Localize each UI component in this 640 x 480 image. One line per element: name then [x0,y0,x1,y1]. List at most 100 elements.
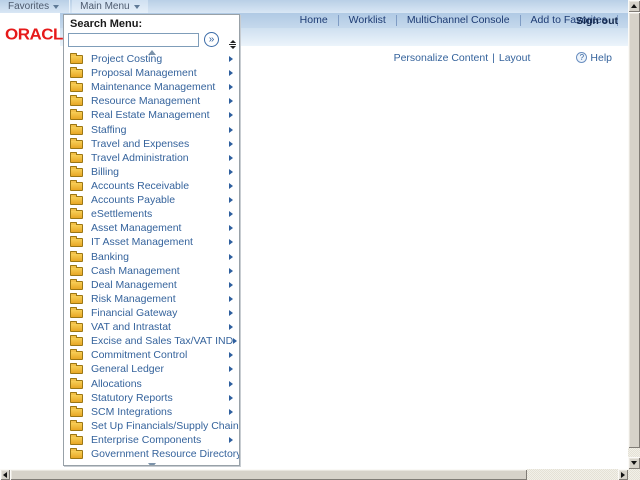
folder-icon [70,448,83,460]
scrollbar-right-button[interactable] [618,469,628,480]
menu-item[interactable]: VAT and Intrastat [64,320,239,334]
menu-item[interactable]: Staffing [64,123,239,137]
submenu-arrow-icon [229,84,233,91]
layout-link[interactable]: Layout [499,52,531,64]
scrollbar-corner [628,469,640,480]
submenu-arrow-icon [229,211,233,218]
header-nav-link[interactable]: Home [290,15,339,26]
arrow-down-icon [631,461,637,465]
search-go-button[interactable]: » [204,32,219,47]
menu-item[interactable]: Asset Management [64,221,239,235]
arrow-left-icon [3,472,7,478]
folder-icon [70,137,83,149]
submenu-arrow-icon [229,408,233,415]
menu-item-label: Allocations [91,377,142,390]
sign-out-link[interactable]: Sign out [564,15,624,27]
menu-item[interactable]: Travel and Expenses [64,137,239,151]
menu-item[interactable]: Proposal Management [64,66,239,80]
top-menu-bar: Favorites Main Menu [0,0,628,13]
submenu-arrow-icon [229,98,233,105]
horizontal-scrollbar-thumb[interactable] [10,469,527,480]
menu-item-label: Excise and Sales Tax/VAT IND [91,335,234,348]
submenu-arrow-icon [229,352,233,359]
menu-item-label: Travel and Expenses [91,137,190,150]
vertical-scrollbar[interactable] [628,0,640,469]
menu-item[interactable]: Billing [64,165,239,179]
menu-item-label: Staffing [91,123,127,136]
menu-item[interactable]: Cash Management [64,264,239,278]
folder-icon [70,250,83,262]
scrollbar-left-button[interactable] [0,469,10,480]
menu-item[interactable]: Deal Management [64,278,239,292]
folder-icon [70,335,83,347]
folder-icon [70,419,83,431]
menu-item-label: General Ledger [91,363,164,376]
submenu-arrow-icon [229,437,233,443]
resize-up-icon [229,40,236,43]
menu-item[interactable]: Project Costing [64,52,239,66]
menu-item[interactable]: Accounts Payable [64,193,239,207]
menu-item-label: Real Estate Management [91,109,210,122]
menu-item[interactable]: Excise and Sales Tax/VAT IND [64,334,239,348]
header-nav-link[interactable]: MultiChannel Console [397,15,521,26]
horizontal-scrollbar[interactable] [0,469,628,480]
submenu-arrow-icon [233,338,238,345]
menu-item-label: Resource Management [91,95,201,108]
menu-item[interactable]: SCM Integrations [64,405,239,419]
menu-item[interactable]: Accounts Receivable [64,179,239,193]
menu-item[interactable]: Enterprise Components [64,433,239,447]
folder-icon [70,165,83,177]
menu-item-label: Asset Management [91,222,182,235]
menu-item[interactable]: Set Up Financials/Supply Chain [64,419,239,433]
menu-item-label: VAT and Intrastat [91,321,171,334]
menu-item-label: IT Asset Management [91,236,193,249]
scrollbar-down-button[interactable] [628,457,640,469]
favorites-menu-button[interactable]: Favorites [0,0,67,13]
resize-bar [229,44,236,45]
menu-item-label: eSettlements [91,208,153,221]
main-menu-button[interactable]: Main Menu [72,0,148,13]
menu-item[interactable]: Government Resource Directory [64,447,239,461]
folder-icon [70,95,83,107]
menu-item-label: Commitment Control [91,349,188,362]
menu-item[interactable]: Statutory Reports [64,391,239,405]
folder-icon [70,292,83,304]
header-nav-link[interactable]: Worklist [339,15,397,26]
resize-down-icon [229,46,236,49]
folder-icon [70,67,83,79]
menu-item[interactable]: Travel Administration [64,151,239,165]
folder-icon [70,194,83,206]
submenu-arrow-icon [229,324,233,331]
menu-item[interactable]: Commitment Control [64,348,239,362]
menu-item[interactable]: Banking [64,250,239,264]
vertical-scrollbar-thumb[interactable] [628,12,640,448]
submenu-arrow-icon [229,112,233,119]
search-menu-input[interactable] [68,32,199,47]
menu-item-label: Project Costing [91,53,163,66]
menu-item-label: Government Resource Directory [91,448,240,461]
submenu-arrow-icon [229,225,233,232]
menu-bar-divider [69,0,71,13]
submenu-arrow-icon [229,295,233,302]
menu-item[interactable]: Maintenance Management [64,80,239,94]
menu-item[interactable]: eSettlements [64,207,239,221]
menu-item[interactable]: Real Estate Management [64,108,239,122]
submenu-arrow-icon [229,183,233,190]
scrollbar-up-button[interactable] [628,0,640,12]
menu-item[interactable]: IT Asset Management [64,235,239,249]
menu-item-label: Proposal Management [91,67,197,80]
menu-item-label: Deal Management [91,278,177,291]
menu-item[interactable]: Financial Gateway [64,306,239,320]
menu-item-label: Cash Management [91,264,180,277]
help-label: Help [590,51,612,64]
menu-item[interactable]: Allocations [64,377,239,391]
folder-icon [70,363,83,375]
menu-resize-handle[interactable] [228,40,237,49]
personalize-content-link[interactable]: Personalize Content [394,52,489,64]
scroll-down-icon[interactable] [147,463,156,465]
menu-item[interactable]: General Ledger [64,362,239,376]
help-control[interactable]: ? Help [576,52,612,64]
folder-icon [70,391,83,403]
menu-item[interactable]: Risk Management [64,292,239,306]
menu-item[interactable]: Resource Management [64,94,239,108]
